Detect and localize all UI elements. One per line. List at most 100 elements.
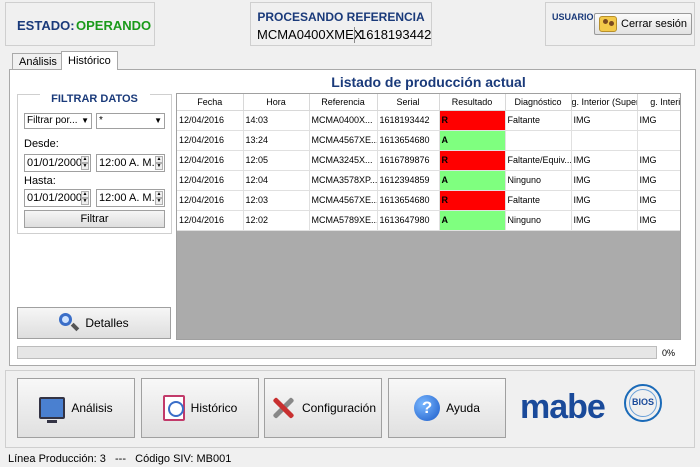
cell-serial: 1613647980 bbox=[377, 210, 440, 231]
column-header[interactable]: g. Interior (Superi bbox=[571, 94, 638, 111]
cell-img-superior: IMG bbox=[571, 150, 638, 171]
chevron-down-icon: ▼ bbox=[154, 116, 162, 125]
document-search-icon bbox=[162, 395, 185, 421]
user-label: USUARIO bbox=[552, 12, 594, 22]
filter-value-value: * bbox=[99, 115, 103, 126]
production-table[interactable]: Fecha Hora Referencia Serial Resultado D… bbox=[176, 93, 681, 340]
table-header-row: Fecha Hora Referencia Serial Resultado D… bbox=[177, 94, 680, 111]
cell-resultado: R bbox=[439, 150, 506, 171]
table-row[interactable]: 12/04/2016 12:04 MCMA3578XP... 161239485… bbox=[177, 170, 680, 191]
desde-time-field[interactable]: 12:00 A. M. ▲ ▼ bbox=[96, 154, 165, 172]
cell-diagnostico: Faltante bbox=[505, 190, 572, 211]
cell-img-inferior: IMG bbox=[637, 170, 680, 191]
cell-hora: 14:03 bbox=[243, 110, 310, 131]
processing-serial: 1618193442 bbox=[359, 27, 432, 42]
spin-up-icon[interactable]: ▲ bbox=[81, 191, 89, 198]
spin-down-icon[interactable]: ▼ bbox=[81, 198, 89, 205]
status-value: OPERANDO bbox=[76, 18, 152, 33]
cell-fecha: 12/04/2016 bbox=[177, 190, 244, 211]
processing-model: MCMA0400XMEX bbox=[257, 27, 363, 42]
desde-time-value: 12:00 A. M. bbox=[99, 157, 155, 169]
nav-ayuda-label: Ayuda bbox=[446, 401, 480, 415]
desde-date-field[interactable]: 01/01/2000 ▲ ▼ bbox=[24, 154, 91, 172]
bios-logo-text: BIOS bbox=[631, 397, 654, 407]
hasta-time-field[interactable]: 12:00 A. M. ▲ ▼ bbox=[96, 189, 165, 207]
table-row[interactable]: 12/04/2016 14:03 MCMA0400X... 1618193442… bbox=[177, 110, 680, 131]
progress-percent: 0% bbox=[662, 348, 676, 358]
nav-ayuda-button[interactable]: ? Ayuda bbox=[388, 378, 506, 438]
table-title: Listado de producción actual bbox=[331, 74, 526, 90]
table-row[interactable]: 12/04/2016 12:03 MCMA4567XE... 161365468… bbox=[177, 190, 680, 211]
processing-title: PROCESANDO REFERENCIA bbox=[257, 10, 425, 24]
status-line: Línea Producción: 3 --- Código SIV: MB00… bbox=[8, 453, 232, 465]
filter-by-select[interactable]: Filtrar por... ▼ bbox=[24, 113, 92, 129]
spin-down-icon[interactable]: ▼ bbox=[155, 163, 163, 170]
spin-up-icon[interactable]: ▲ bbox=[155, 156, 163, 163]
cell-diagnostico: Faltante/Equiv... bbox=[505, 150, 572, 171]
cell-serial: 1618193442 bbox=[377, 110, 440, 131]
cell-referencia: MCMA3578XP... bbox=[309, 170, 378, 191]
cell-resultado: R bbox=[439, 110, 506, 131]
tab-historico[interactable]: Histórico bbox=[61, 51, 118, 70]
column-header[interactable]: Serial bbox=[377, 94, 440, 111]
column-header[interactable]: Fecha bbox=[177, 94, 244, 111]
cell-resultado: A bbox=[439, 210, 506, 231]
processing-reference-panel: PROCESANDO REFERENCIA MCMA0400XMEX 16181… bbox=[250, 2, 432, 46]
cell-referencia: MCMA4567XE... bbox=[309, 130, 378, 151]
nav-analisis-button[interactable]: Análisis bbox=[17, 378, 135, 438]
nav-analisis-label: Análisis bbox=[71, 401, 113, 415]
spin-down-icon[interactable]: ▼ bbox=[81, 163, 89, 170]
logout-button[interactable]: Cerrar sesión bbox=[594, 13, 692, 35]
status-panel: ESTADO: OPERANDO bbox=[5, 2, 155, 46]
spin-down-icon[interactable]: ▼ bbox=[155, 198, 163, 205]
cell-referencia: MCMA0400X... bbox=[309, 110, 378, 131]
nav-configuracion-button[interactable]: Configuración bbox=[264, 378, 382, 438]
nav-historico-button[interactable]: Histórico bbox=[141, 378, 259, 438]
status-label: ESTADO: bbox=[17, 18, 75, 33]
hasta-date-value: 01/01/2000 bbox=[27, 192, 83, 204]
hasta-label: Hasta: bbox=[24, 175, 56, 187]
tools-icon bbox=[270, 395, 296, 421]
spin-up-icon[interactable]: ▲ bbox=[81, 156, 89, 163]
desde-date-value: 01/01/2000 bbox=[27, 157, 83, 169]
monitor-icon bbox=[39, 397, 66, 423]
cell-img-superior: IMG bbox=[571, 170, 638, 191]
progress-bar bbox=[17, 346, 657, 359]
cell-serial: 1616789876 bbox=[377, 150, 440, 171]
details-label: Detalles bbox=[85, 316, 129, 330]
cell-referencia: MCMA4567XE... bbox=[309, 190, 378, 211]
hasta-date-field[interactable]: 01/01/2000 ▲ ▼ bbox=[24, 189, 91, 207]
cell-img-superior: IMG bbox=[571, 210, 638, 231]
cell-hora: 13:24 bbox=[243, 130, 310, 151]
filter-title: FILTRAR DATOS bbox=[39, 93, 150, 105]
column-header[interactable]: Referencia bbox=[309, 94, 378, 111]
filter-button[interactable]: Filtrar bbox=[24, 210, 165, 228]
cell-img-inferior: IMG bbox=[637, 150, 680, 171]
cell-resultado: R bbox=[439, 190, 506, 211]
cell-img-inferior: IMG bbox=[637, 210, 680, 231]
cell-fecha: 12/04/2016 bbox=[177, 110, 244, 131]
processing-divider bbox=[354, 27, 355, 43]
cell-diagnostico bbox=[505, 130, 572, 151]
user-panel: USUARIO Cerrar sesión bbox=[545, 2, 695, 46]
cell-img-inferior: IMG bbox=[637, 190, 680, 211]
spin-up-icon[interactable]: ▲ bbox=[155, 191, 163, 198]
cell-img-superior: IMG bbox=[571, 110, 638, 131]
details-button[interactable]: Detalles bbox=[17, 307, 171, 339]
column-header[interactable]: Resultado bbox=[439, 94, 506, 111]
chevron-down-icon: ▼ bbox=[81, 116, 89, 125]
table-row[interactable]: 12/04/2016 13:24 MCMA4567XE... 161365468… bbox=[177, 130, 680, 151]
cell-fecha: 12/04/2016 bbox=[177, 150, 244, 171]
column-header[interactable]: Hora bbox=[243, 94, 310, 111]
table-row[interactable]: 12/04/2016 12:05 MCMA3245X... 1616789876… bbox=[177, 150, 680, 171]
column-header[interactable]: g. Interior ( bbox=[637, 94, 680, 111]
cell-serial: 1612394859 bbox=[377, 170, 440, 191]
filter-value-select[interactable]: * ▼ bbox=[96, 113, 165, 129]
cell-fecha: 12/04/2016 bbox=[177, 170, 244, 191]
cell-diagnostico: Ninguno bbox=[505, 210, 572, 231]
table-row[interactable]: 12/04/2016 12:02 MCMA5789XE... 161364798… bbox=[177, 210, 680, 231]
tab-analisis[interactable]: Análisis bbox=[12, 53, 64, 70]
cell-hora: 12:05 bbox=[243, 150, 310, 171]
cell-referencia: MCMA3245X... bbox=[309, 150, 378, 171]
column-header[interactable]: Diagnóstico bbox=[505, 94, 572, 111]
